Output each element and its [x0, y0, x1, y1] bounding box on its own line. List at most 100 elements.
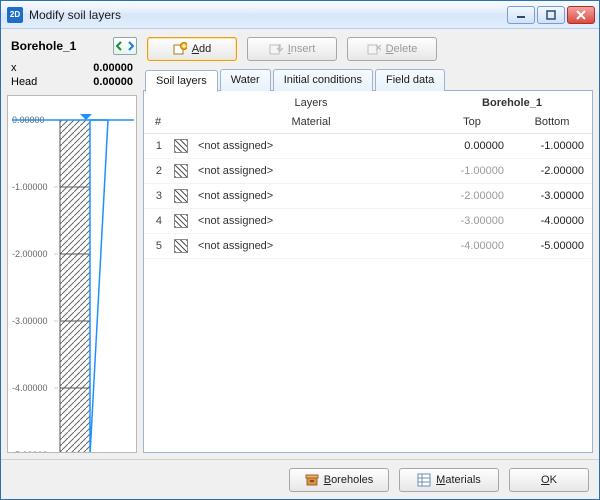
boreholes-icon	[305, 473, 319, 487]
col-group-borehole: Borehole_1	[432, 91, 592, 111]
borehole-name: Borehole_1	[7, 39, 76, 53]
cell-material[interactable]: <not assigned>	[190, 159, 432, 184]
table-row[interactable]: 2 <not assigned>-1.00000-2.00000	[144, 159, 592, 184]
boreholes-button[interactable]: Boreholes	[289, 468, 389, 492]
materials-button-label: Materials	[436, 474, 481, 486]
minimize-button[interactable]	[507, 6, 535, 24]
insert-icon	[269, 42, 283, 56]
insert-button[interactable]: Insert	[247, 37, 337, 61]
cell-index: 5	[144, 234, 172, 259]
cell-material[interactable]: <not assigned>	[190, 184, 432, 209]
svg-text:-1.00000: -1.00000	[12, 182, 48, 192]
toolbar: Add Insert Delete	[143, 35, 593, 69]
ok-button[interactable]: OK	[509, 468, 589, 492]
layers-table[interactable]: Layers Borehole_1 # Material Top Bottom …	[144, 91, 592, 259]
cell-hatch	[172, 209, 190, 234]
close-button[interactable]	[567, 6, 595, 24]
col-hash-spacer	[144, 91, 172, 111]
cell-top[interactable]: -1.00000	[432, 159, 512, 184]
cell-bottom[interactable]: -3.00000	[512, 184, 592, 209]
materials-icon	[417, 473, 431, 487]
cell-hatch	[172, 134, 190, 159]
tab-water[interactable]: Water	[220, 69, 271, 91]
cell-hatch	[172, 234, 190, 259]
delete-button-label: Delete	[386, 43, 418, 55]
col-hatch	[172, 111, 190, 134]
cell-index: 3	[144, 184, 172, 209]
cell-hatch	[172, 159, 190, 184]
cell-index: 2	[144, 159, 172, 184]
borehole-prop-label: Head	[11, 76, 37, 88]
borehole-nav-button[interactable]	[113, 37, 137, 55]
col-group-layers: Layers	[190, 91, 432, 111]
svg-text:-5.00000: -5.00000	[12, 450, 48, 453]
hatch-icon	[174, 189, 188, 203]
tab-soil-layers[interactable]: Soil layers	[145, 70, 218, 92]
tab-initial-conditions[interactable]: Initial conditions	[273, 69, 373, 91]
col-bottom[interactable]: Bottom	[512, 111, 592, 134]
col-material[interactable]: Material	[190, 111, 432, 134]
left-right-arrows-icon	[116, 41, 134, 51]
borehole-properties: x 0.00000 Head 0.00000	[7, 61, 137, 89]
col-hatch-spacer	[172, 91, 190, 111]
svg-text:-2.00000: -2.00000	[12, 249, 48, 259]
col-hash[interactable]: #	[144, 111, 172, 134]
hatch-icon	[174, 239, 188, 253]
borehole-header: Borehole_1	[7, 35, 137, 57]
cell-bottom[interactable]: -5.00000	[512, 234, 592, 259]
cell-top[interactable]: -4.00000	[432, 234, 512, 259]
right-pane: Add Insert Delete Soil layers Wate	[143, 35, 593, 453]
materials-button[interactable]: Materials	[399, 468, 499, 492]
add-button-label: Add	[192, 43, 212, 55]
maximize-button[interactable]	[537, 6, 565, 24]
hatch-icon	[174, 164, 188, 178]
tabstrip: Soil layers Water Initial conditions Fie…	[143, 69, 593, 91]
cell-bottom[interactable]: -1.00000	[512, 134, 592, 159]
delete-icon	[367, 42, 381, 56]
cell-bottom[interactable]: -2.00000	[512, 159, 592, 184]
delete-button[interactable]: Delete	[347, 37, 437, 61]
cell-top[interactable]: -2.00000	[432, 184, 512, 209]
left-pane: Borehole_1 x 0.00000 Head 0.00000	[7, 35, 137, 453]
cell-bottom[interactable]: -4.00000	[512, 209, 592, 234]
svg-text:-3.00000: -3.00000	[12, 316, 48, 326]
svg-text:-4.00000: -4.00000	[12, 383, 48, 393]
add-button[interactable]: Add	[147, 37, 237, 61]
borehole-prop-value[interactable]: 0.00000	[93, 62, 133, 74]
cell-index: 1	[144, 134, 172, 159]
cell-top[interactable]: -3.00000	[432, 209, 512, 234]
borehole-graphic-svg: 0.00000 -1.00000 -2.00000 -3.00000 -4.00…	[8, 96, 136, 453]
cell-hatch	[172, 184, 190, 209]
hatch-icon	[174, 214, 188, 228]
titlebar: 2D Modify soil layers	[1, 1, 599, 29]
minimize-icon	[516, 10, 526, 20]
cell-material[interactable]: <not assigned>	[190, 234, 432, 259]
footer: Boreholes Materials OK	[1, 459, 599, 499]
cell-material[interactable]: <not assigned>	[190, 134, 432, 159]
borehole-prop-value[interactable]: 0.00000	[93, 76, 133, 88]
window-title: Modify soil layers	[29, 8, 121, 22]
table-row[interactable]: 1 <not assigned>0.00000-1.00000	[144, 134, 592, 159]
tab-field-data[interactable]: Field data	[375, 69, 445, 91]
cell-material[interactable]: <not assigned>	[190, 209, 432, 234]
insert-button-label: Insert	[288, 43, 316, 55]
maximize-icon	[546, 10, 556, 20]
dialog-window: 2D Modify soil layers Borehole_1	[0, 0, 600, 500]
table-row[interactable]: 5 <not assigned>-4.00000-5.00000	[144, 234, 592, 259]
table-row[interactable]: 4 <not assigned>-3.00000-4.00000	[144, 209, 592, 234]
hatch-icon	[174, 139, 188, 153]
borehole-prop-row: x 0.00000	[7, 61, 137, 75]
cell-top[interactable]: 0.00000	[432, 134, 512, 159]
borehole-prop-row: Head 0.00000	[7, 75, 137, 89]
borehole-graphic[interactable]: 0.00000 -1.00000 -2.00000 -3.00000 -4.00…	[7, 95, 137, 453]
borehole-prop-label: x	[11, 62, 17, 74]
body-area: Borehole_1 x 0.00000 Head 0.00000	[1, 29, 599, 459]
app-icon: 2D	[7, 7, 23, 23]
boreholes-button-label: Boreholes	[324, 474, 374, 486]
cell-index: 4	[144, 209, 172, 234]
ok-button-label: OK	[541, 474, 557, 486]
tab-content: Layers Borehole_1 # Material Top Bottom …	[143, 90, 593, 453]
table-row[interactable]: 3 <not assigned>-2.00000-3.00000	[144, 184, 592, 209]
col-top[interactable]: Top	[432, 111, 512, 134]
close-icon	[576, 10, 586, 20]
